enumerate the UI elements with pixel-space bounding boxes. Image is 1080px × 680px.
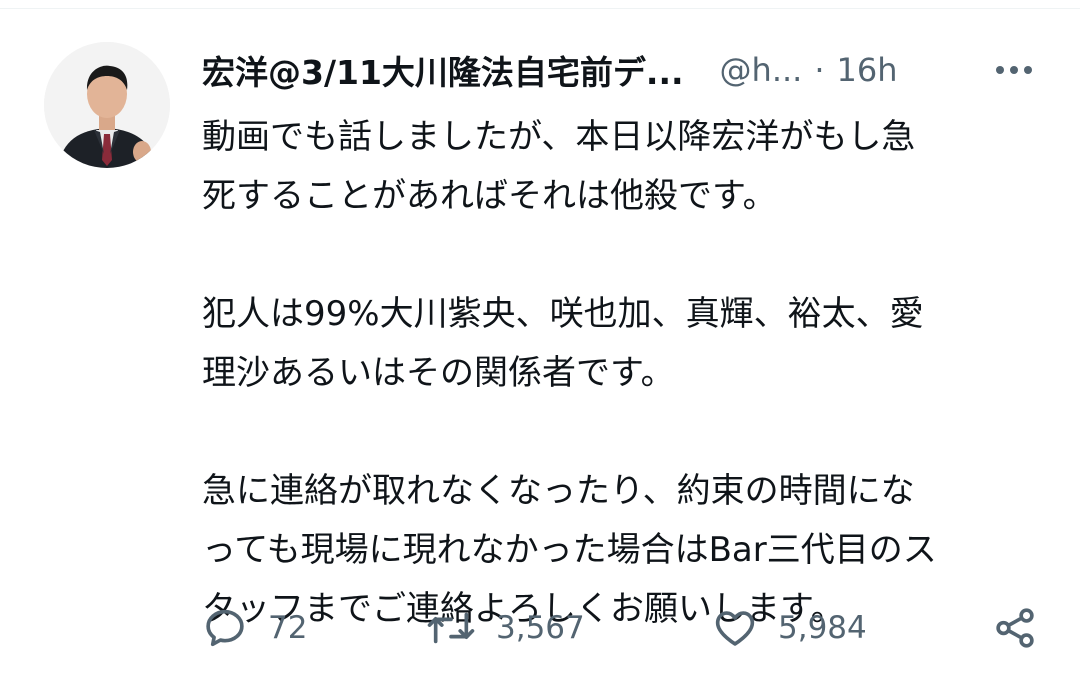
display-name[interactable]: 宏洋@3/11大川隆法自宅前デ...	[202, 46, 684, 94]
retweet-count: 3,567	[496, 610, 585, 646]
tweet-paragraph: 動画でも話しましたが、本日以降宏洋がもし急 死することがあればそれは他殺です。	[202, 108, 1032, 226]
tweet-line: 犯人は99%大川紫央、咲也加、真輝、裕太、愛	[202, 294, 924, 334]
avatar[interactable]	[44, 42, 170, 168]
timestamp[interactable]: 16h	[837, 51, 898, 89]
retweet-arrows-icon	[427, 612, 475, 644]
more-dot	[996, 66, 1004, 74]
reply-button[interactable]: 72	[202, 602, 307, 654]
avatar-photo	[44, 42, 170, 168]
speech-bubble-icon	[206, 609, 244, 647]
tweet-header: 宏洋@3/11大川隆法自宅前デ... @h... · 16h	[202, 46, 1042, 94]
tweet-line: 急に連絡が取れなくなったり、約束の時間にな	[202, 471, 915, 511]
tweet-actions: 72 3,567 5,984	[200, 602, 1050, 654]
tweet-line: 死することがあればそれは他殺です。	[202, 176, 777, 216]
retweet-button[interactable]: 3,567	[426, 602, 585, 654]
tweet-paragraph: 犯人は99%大川紫央、咲也加、真輝、裕太、愛 理沙あるいはその関係者です。	[202, 285, 1032, 403]
tweet-line: 動画でも話しましたが、本日以降宏洋がもし急	[202, 117, 916, 157]
share-button[interactable]	[992, 602, 1038, 654]
user-handle[interactable]: @h...	[720, 51, 803, 89]
more-horizontal-icon[interactable]	[990, 52, 1038, 88]
like-button[interactable]: 5,984	[712, 602, 867, 654]
meta-separator: ·	[814, 51, 825, 89]
like-count: 5,984	[778, 610, 867, 646]
more-dot	[1010, 66, 1018, 74]
reply-count: 72	[268, 610, 308, 646]
share-nodes-icon	[996, 608, 1034, 648]
tweet-line: っても現場に現れなかった場合はBar三代目のス	[202, 530, 937, 570]
more-dot	[1024, 66, 1032, 74]
tweet-line: 理沙あるいはその関係者です。	[202, 353, 675, 393]
heart-outline-icon	[715, 611, 755, 646]
tweet-text: 動画でも話しましたが、本日以降宏洋がもし急 死することがあればそれは他殺です。 …	[202, 108, 1032, 639]
tweet-card[interactable]: 宏洋@3/11大川隆法自宅前デ... @h... · 16h 動画でも話しました…	[0, 0, 1080, 680]
